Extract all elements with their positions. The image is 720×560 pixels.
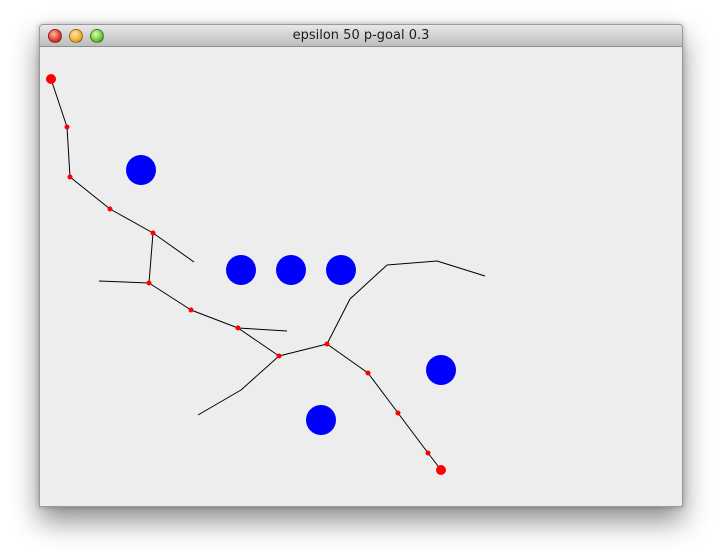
path-node [188,307,194,313]
tree-edge [237,327,288,332]
tree-edge [69,176,111,210]
path-node [146,280,152,286]
path-node [235,325,241,331]
tree-edge [386,260,438,266]
tree-edge [326,298,351,345]
tree-edge [190,309,239,329]
tree-edge [152,232,195,263]
obstacle-circle [126,155,156,185]
obstacle-circle [226,255,256,285]
path-node [67,174,73,180]
obstacle-circle [326,255,356,285]
window-title: epsilon 50 p-goal 0.3 [292,28,430,43]
goal-node [436,465,446,475]
rrt-canvas [40,47,682,506]
obstacle-circle [426,355,456,385]
rrt-plot [46,74,486,475]
tree-edge [148,232,154,284]
obstacle-circle [276,255,306,285]
obstacle-circle [306,405,336,435]
tree-edge [367,372,399,414]
tree-edge [50,78,68,128]
obstacles [126,155,456,435]
tree-edge [436,260,486,277]
path-node [150,230,156,236]
tree-edge [98,280,150,284]
path-node [425,450,431,456]
tree-edge [326,343,369,374]
tree-edge [197,389,242,416]
tree-edge [148,282,192,311]
tree-edge [66,126,71,178]
path-node [365,370,371,376]
path-node [107,206,113,212]
tree-edge [240,355,280,391]
path-node [395,410,401,416]
tree-edge [109,208,154,234]
start-node [46,74,56,84]
path-node [64,124,70,130]
tree-edges [50,78,486,471]
path-node [324,341,330,347]
title-bar[interactable]: epsilon 50 p-goal 0.3 [40,25,682,47]
tree-edge [278,343,328,357]
path-node [276,353,282,359]
tree-edge [397,412,429,454]
tree-edge [237,327,280,357]
app-window: epsilon 50 p-goal 0.3 [39,24,683,507]
